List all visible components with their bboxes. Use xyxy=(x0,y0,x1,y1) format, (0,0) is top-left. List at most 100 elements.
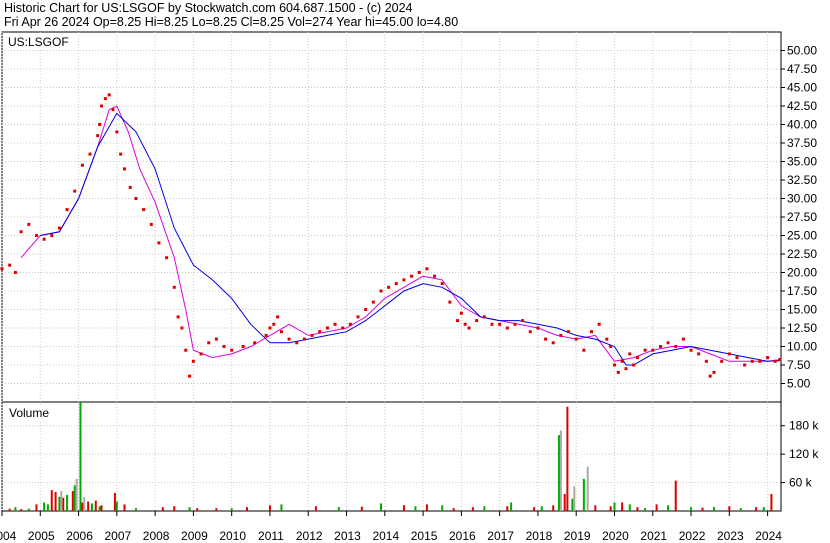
price-point xyxy=(658,345,662,348)
y-tick-label: 42.50 xyxy=(787,99,817,113)
price-point xyxy=(176,315,180,319)
price-point xyxy=(207,341,211,345)
x-tick-label: 2008 xyxy=(143,529,170,543)
x-tick-label: 2012 xyxy=(296,529,323,543)
price-point xyxy=(103,97,107,101)
price-point xyxy=(727,352,731,356)
volume-bar xyxy=(94,500,97,511)
price-point xyxy=(341,326,345,330)
price-point xyxy=(766,356,770,360)
volume-bar xyxy=(115,501,118,511)
volume-panel xyxy=(1,401,782,512)
volume-bar xyxy=(173,506,176,511)
volume-bar xyxy=(713,507,716,511)
price-point xyxy=(19,230,23,234)
x-tick-label: 2006 xyxy=(66,529,93,543)
volume-bar xyxy=(690,507,693,511)
y-tick-label: 25.00 xyxy=(787,229,817,243)
price-point xyxy=(551,341,555,345)
volume-bar xyxy=(540,506,543,511)
price-point xyxy=(364,308,368,311)
price-point xyxy=(448,300,452,304)
price-point xyxy=(582,348,586,352)
price-panel xyxy=(1,31,782,403)
volume-bar xyxy=(667,505,670,511)
price-point xyxy=(188,374,192,378)
price-point xyxy=(643,348,647,352)
stock-chart: 2004 2005 2006 2007 2008 2009 2010 2011 2012 2013… xyxy=(0,31,819,543)
price-point xyxy=(513,322,517,326)
volume-bar xyxy=(314,506,317,511)
price-point xyxy=(689,348,693,352)
price-point xyxy=(230,348,234,352)
price-point xyxy=(379,289,383,293)
volume-bar xyxy=(62,497,65,511)
x-tick-label: 2005 xyxy=(28,529,55,543)
price-point xyxy=(356,315,360,319)
x-tick-label: 2013 xyxy=(334,529,361,543)
y-tick-label: 47.50 xyxy=(787,62,817,76)
volume-bar xyxy=(188,507,191,511)
price-point xyxy=(750,359,754,363)
volume-bar xyxy=(728,506,731,511)
price-point xyxy=(172,285,176,289)
price-point xyxy=(773,359,777,363)
price-point xyxy=(295,341,299,345)
price-point xyxy=(475,319,479,323)
price-point xyxy=(632,363,636,367)
x-tick-label: 2004 xyxy=(0,529,17,543)
volume-bar xyxy=(628,504,631,511)
price-point xyxy=(459,311,463,315)
volume-bar xyxy=(46,504,49,511)
price-point xyxy=(624,367,628,371)
volume-bar xyxy=(43,502,46,511)
x-tick-label: 2016 xyxy=(449,529,476,543)
price-point xyxy=(165,256,169,260)
price-point xyxy=(433,274,437,278)
price-point xyxy=(100,104,104,108)
price-point xyxy=(122,167,126,171)
x-tick-label: 2011 xyxy=(258,529,284,543)
volume-bar xyxy=(762,507,765,511)
volume-bar xyxy=(66,494,69,511)
price-point xyxy=(50,234,54,237)
price-point xyxy=(620,359,624,363)
price-point xyxy=(590,330,594,334)
price-point xyxy=(191,359,195,363)
price-point xyxy=(735,356,739,360)
price-point xyxy=(157,241,161,245)
x-tick-label: 2015 xyxy=(411,529,438,543)
price-point xyxy=(13,271,17,274)
moving-average-short-line xyxy=(20,105,780,362)
volume-bar xyxy=(100,505,103,511)
price-point xyxy=(597,322,601,326)
price-point xyxy=(778,357,782,361)
x-tick-label: 2010 xyxy=(219,529,246,543)
y-tick-label: 22.50 xyxy=(787,247,817,261)
price-point xyxy=(115,130,119,134)
price-point xyxy=(111,108,115,112)
x-tick-label: 2019 xyxy=(564,529,591,543)
price-point xyxy=(417,271,421,274)
volume-bar xyxy=(161,507,164,511)
volume-bar xyxy=(71,491,74,511)
x-tick-label: 2017 xyxy=(487,529,514,543)
price-point xyxy=(567,330,571,334)
price-point xyxy=(628,352,632,356)
price-point xyxy=(42,237,46,241)
price-point xyxy=(758,359,762,363)
volume-bar xyxy=(27,508,30,511)
price-point xyxy=(98,123,102,126)
price-point xyxy=(96,134,100,138)
price-point xyxy=(325,326,329,330)
price-point xyxy=(440,282,444,286)
price-point xyxy=(142,208,146,212)
price-point xyxy=(463,322,467,326)
volume-bar xyxy=(402,505,405,511)
volume-bar xyxy=(566,406,569,511)
x-tick-label: 2024 xyxy=(755,529,782,543)
price-point xyxy=(559,333,563,337)
price-point xyxy=(180,326,184,330)
y-tick-label: 27.50 xyxy=(787,210,817,224)
price-point xyxy=(268,326,272,330)
